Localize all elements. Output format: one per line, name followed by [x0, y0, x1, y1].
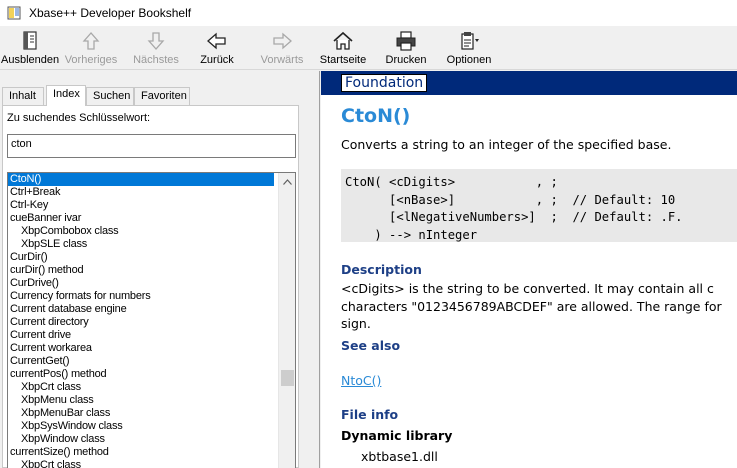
- syntax-line: CtoN( <cDigits> , ;: [345, 175, 558, 189]
- see-also-link[interactable]: NtoC(): [341, 373, 381, 388]
- index-list-item[interactable]: Ctrl+Break: [8, 186, 295, 199]
- tab-favorites[interactable]: Favoriten: [134, 87, 190, 105]
- page-title: CtoN(): [341, 105, 411, 127]
- index-list-item[interactable]: Current database engine: [8, 303, 295, 316]
- index-list-item[interactable]: CurDrive(): [8, 277, 295, 290]
- window-title: Xbase++ Developer Bookshelf: [29, 6, 192, 20]
- keyword-label: Zu suchendes Schlüsselwort:: [7, 112, 151, 124]
- arrow-down-icon: [147, 32, 165, 50]
- banner-label: Foundation: [341, 74, 428, 92]
- previous-button[interactable]: Vorheriges: [62, 30, 120, 68]
- index-list[interactable]: CtoN() Ctrl+Break Ctrl-Key cueBanner ivar Xb…: [7, 172, 296, 468]
- home-icon: [333, 31, 353, 50]
- arrow-up-icon: [82, 32, 100, 50]
- description-text: <cDigits> is the string to be converted.…: [341, 280, 722, 333]
- index-list-item[interactable]: XbpSysWindow class: [8, 420, 295, 433]
- topic-banner: Foundation: [321, 71, 737, 95]
- index-list-item[interactable]: currentPos() method: [8, 368, 295, 381]
- topic-summary: Converts a string to an integer of the s…: [341, 137, 672, 152]
- toolbar: Ausblenden Vorheriges Nächstes Zurück Vo…: [0, 26, 737, 70]
- index-list-item[interactable]: currentSize() method: [8, 446, 295, 459]
- see-also-heading: See also: [341, 338, 401, 353]
- topic-content: Foundation CtoN() Converts a string to a…: [321, 71, 737, 468]
- printer-icon: [396, 31, 416, 51]
- index-panel: Zu suchendes Schlüsselwort: cton CtoN() C…: [2, 105, 299, 468]
- scrollbar-thumb[interactable]: [281, 370, 294, 386]
- index-list-item[interactable]: Current directory: [8, 316, 295, 329]
- index-list-item[interactable]: XbpMenuBar class: [8, 407, 295, 420]
- options-icon: [461, 32, 479, 50]
- keyword-input-value: cton: [11, 138, 32, 150]
- navigation-pane: Inhalt Index Suchen Favoriten Zu suchend…: [0, 71, 300, 468]
- index-list-items: CtoN() Ctrl+Break Ctrl-Key cueBanner ivar Xb…: [8, 173, 295, 468]
- index-list-item[interactable]: XbpCrt class: [8, 381, 295, 394]
- tab-contents[interactable]: Inhalt: [2, 87, 44, 105]
- index-list-item[interactable]: XbpSLE class: [8, 238, 295, 251]
- syntax-box: CtoN( <cDigits> , ; [<nBase>] , ; // Def…: [341, 169, 737, 242]
- index-list-item[interactable]: CtoN(): [8, 173, 274, 186]
- app-icon: [7, 6, 21, 20]
- index-list-item[interactable]: curDir() method: [8, 264, 295, 277]
- index-list-item[interactable]: cueBanner ivar: [8, 212, 295, 225]
- index-list-item[interactable]: XbpWindow class: [8, 433, 295, 446]
- file-info-heading: File info: [341, 407, 399, 422]
- description-line: sign.: [341, 316, 371, 331]
- arrow-left-icon: [207, 32, 226, 50]
- back-button[interactable]: Zurück: [194, 30, 240, 68]
- description-line: <cDigits> is the string to be converted.…: [341, 281, 714, 296]
- keyword-input[interactable]: cton: [7, 134, 296, 158]
- print-button[interactable]: Drucken: [382, 30, 430, 68]
- forward-button[interactable]: Vorwärts: [256, 30, 308, 68]
- index-list-item[interactable]: Currency formats for numbers: [8, 290, 295, 303]
- syntax-line: [<nBase>] , ; // Default: 10: [345, 192, 676, 207]
- index-list-item[interactable]: XbpCrt class: [8, 459, 295, 468]
- scroll-up-icon[interactable]: [279, 173, 295, 190]
- tab-index[interactable]: Index: [46, 85, 86, 106]
- title-bar: Xbase++ Developer Bookshelf: [0, 0, 737, 26]
- index-list-item[interactable]: CurrentGet(): [8, 355, 295, 368]
- home-button[interactable]: Startseite: [318, 30, 368, 68]
- pane-splitter[interactable]: [300, 71, 320, 468]
- dynamic-library-heading: Dynamic library: [341, 428, 453, 443]
- index-list-scrollbar[interactable]: [278, 173, 295, 468]
- index-list-item[interactable]: Ctrl-Key: [8, 199, 295, 212]
- index-list-item[interactable]: XbpMenu class: [8, 394, 295, 407]
- hide-button[interactable]: Ausblenden: [1, 30, 59, 68]
- index-list-item[interactable]: Current workarea: [8, 342, 295, 355]
- index-list-item[interactable]: Current drive: [8, 329, 295, 342]
- arrow-right-icon: [273, 32, 292, 50]
- dynamic-library-name: xbtbase1.dll: [361, 449, 438, 464]
- description-heading: Description: [341, 262, 422, 277]
- hide-pane-icon: [23, 31, 37, 50]
- index-list-item[interactable]: XbpCombobox class: [8, 225, 295, 238]
- syntax-line: ) --> nInteger: [345, 227, 478, 242]
- tab-search[interactable]: Suchen: [86, 87, 134, 105]
- syntax-line: [<lNegativeNumbers>] ; // Default: .F.: [345, 210, 683, 224]
- description-line: characters "0123456789ABCDEF" are allowe…: [341, 298, 722, 314]
- next-button[interactable]: Nächstes: [128, 30, 184, 68]
- index-list-item[interactable]: CurDir(): [8, 251, 295, 264]
- options-button[interactable]: Optionen: [444, 30, 494, 68]
